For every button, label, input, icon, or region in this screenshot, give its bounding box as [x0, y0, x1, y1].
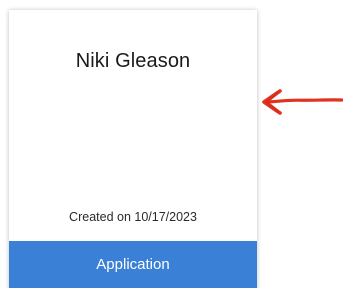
red-hand-drawn-arrow-icon — [262, 89, 343, 115]
application-button[interactable]: Application — [9, 241, 257, 288]
applicant-card[interactable]: Niki Gleason Created on 10/17/2023 Appli… — [9, 10, 257, 288]
created-date: Created on 10/17/2023 — [69, 210, 197, 224]
applicant-name: Niki Gleason — [75, 50, 191, 72]
canvas: Niki Gleason Created on 10/17/2023 Appli… — [0, 0, 343, 288]
